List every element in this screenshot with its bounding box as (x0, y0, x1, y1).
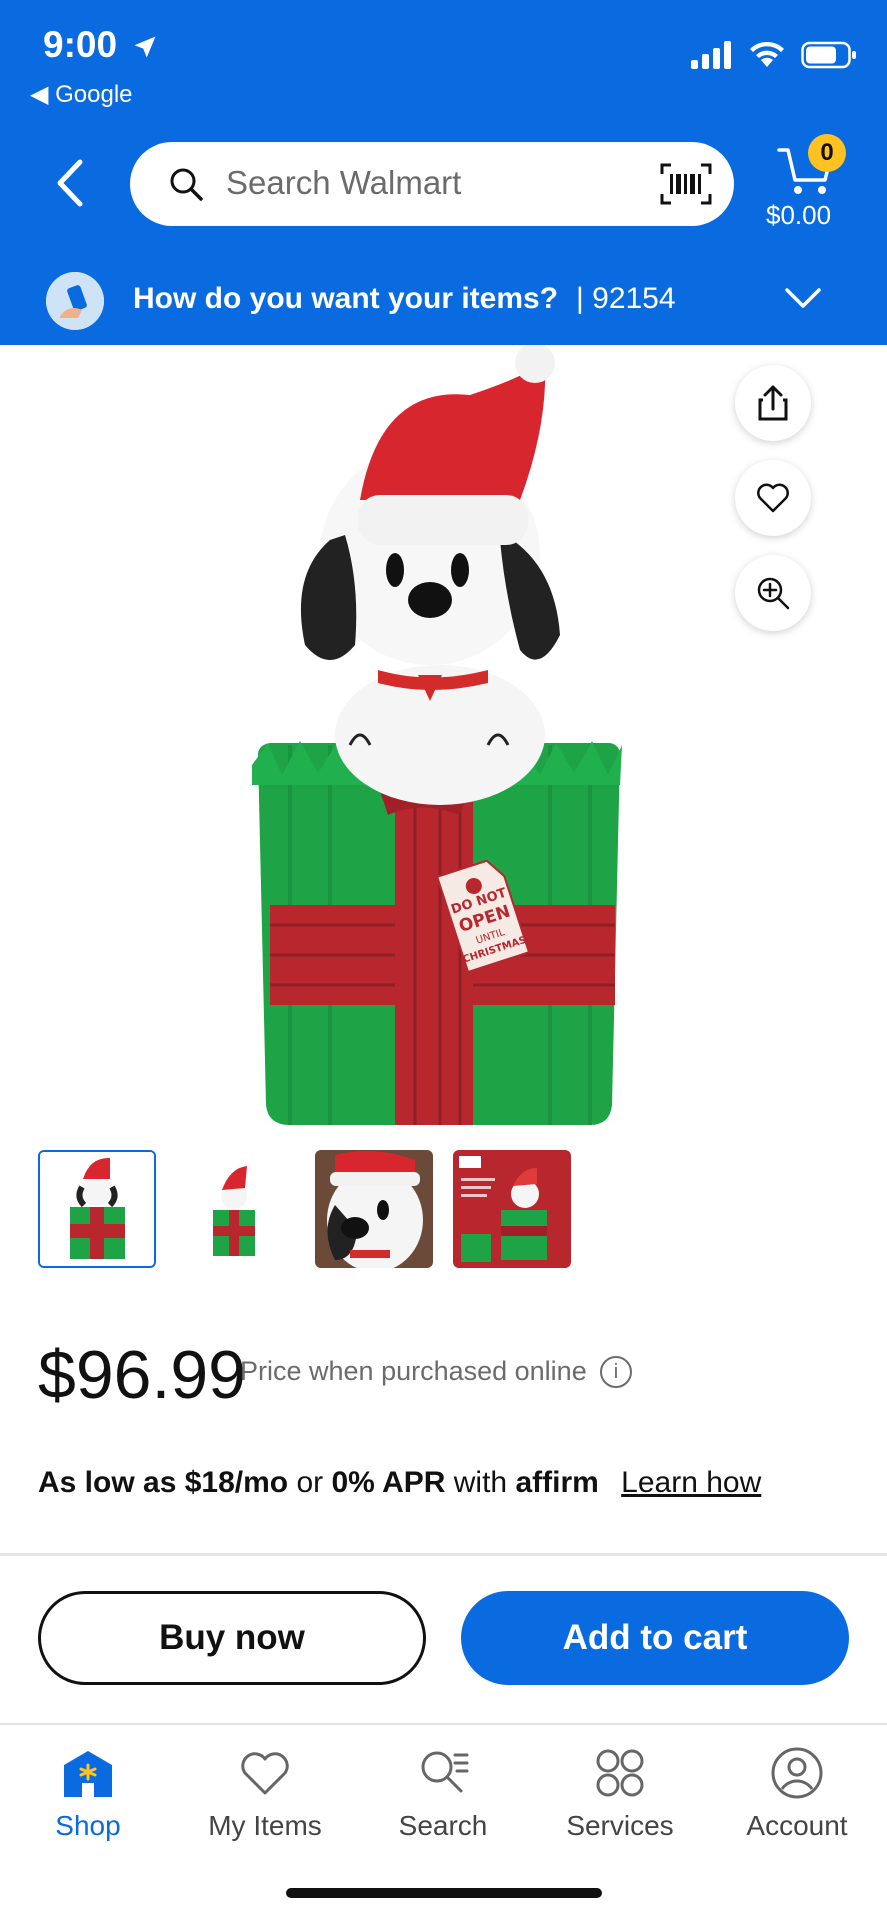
affirm-monthly: $18/mo (184, 1466, 289, 1499)
search-icon (170, 168, 203, 201)
favorite-button[interactable] (735, 460, 811, 536)
tab-label-my-items: My Items (208, 1810, 322, 1841)
tab-my-items[interactable]: My Items (190, 1745, 340, 1842)
status-time: 9:00 (43, 24, 159, 66)
affirm-prefix: As low as (38, 1466, 177, 1499)
divider (0, 1553, 887, 1556)
info-icon[interactable]: i (600, 1356, 632, 1388)
tab-shop[interactable]: Shop (13, 1745, 163, 1842)
app-header: 9:00 ◀ Google Search Walmart 0 $0.00 How… (0, 0, 887, 345)
thumbnail-3[interactable] (315, 1150, 433, 1268)
tab-label-services: Services (566, 1810, 674, 1841)
thumbnail-1[interactable] (38, 1150, 156, 1268)
buy-now-button[interactable]: Buy now (38, 1591, 426, 1685)
product-price: $96.99 (38, 1337, 246, 1413)
tab-search[interactable]: Search (368, 1745, 518, 1842)
thumbnail-2[interactable] (175, 1150, 293, 1268)
product-image: DO NOT OPEN UNTIL CHRISTMAS (252, 343, 622, 1125)
signal-icon (691, 41, 731, 69)
location-arrow-icon (134, 36, 156, 58)
affirm-apr: 0% APR (331, 1466, 446, 1499)
add-to-cart-button[interactable]: Add to cart (461, 1591, 849, 1685)
search-bar[interactable]: Search Walmart (130, 142, 734, 226)
learn-how-link[interactable]: Learn how (621, 1466, 761, 1499)
services-grid-icon (596, 1749, 644, 1797)
share-icon (758, 385, 788, 421)
battery-icon (801, 41, 856, 69)
account-icon (771, 1747, 823, 1799)
thumbnail-4[interactable] (453, 1150, 571, 1268)
heart-icon (757, 483, 789, 513)
tab-label-account: Account (746, 1810, 848, 1841)
chevron-down-icon[interactable] (784, 286, 822, 310)
share-button[interactable] (735, 365, 811, 441)
search-list-icon (421, 1751, 469, 1793)
delivery-zip: | 92154 (576, 282, 676, 315)
back-button[interactable] (52, 158, 86, 213)
affirm-or: or (296, 1466, 324, 1499)
cart-count-badge: 0 (808, 134, 846, 172)
wifi-icon (750, 41, 784, 67)
zoom-button[interactable] (735, 555, 811, 631)
tab-label-shop: Shop (55, 1810, 121, 1841)
tab-label-search: Search (398, 1810, 488, 1841)
price-note: Price when purchased online (240, 1356, 587, 1386)
cart-total: $0.00 (766, 200, 832, 230)
shop-icon (64, 1751, 112, 1797)
affirm-with: with (453, 1466, 508, 1499)
delivery-question: How do you want your items? (133, 282, 559, 315)
affirm-financing: As low as $18/mo or 0% APR with affirm L… (38, 1466, 761, 1500)
product-image-gallery[interactable]: DO NOT OPEN UNTIL CHRISTMAS (0, 343, 887, 1125)
heart-icon (241, 1752, 289, 1795)
barcode-scan-icon[interactable] (660, 162, 712, 206)
affirm-logo: affirm (515, 1466, 599, 1499)
home-indicator (286, 1888, 602, 1898)
delivery-avatar-icon (46, 272, 104, 330)
status-indicators (691, 40, 857, 70)
status-time-text: 9:00 (43, 24, 118, 65)
chevron-left-icon (57, 159, 83, 207)
tab-services[interactable]: Services (545, 1745, 695, 1842)
back-to-google-link[interactable]: ◀ Google (30, 80, 133, 109)
tab-account[interactable]: Account (722, 1745, 872, 1842)
search-placeholder: Search Walmart (226, 164, 462, 201)
zoom-in-icon (757, 577, 790, 610)
